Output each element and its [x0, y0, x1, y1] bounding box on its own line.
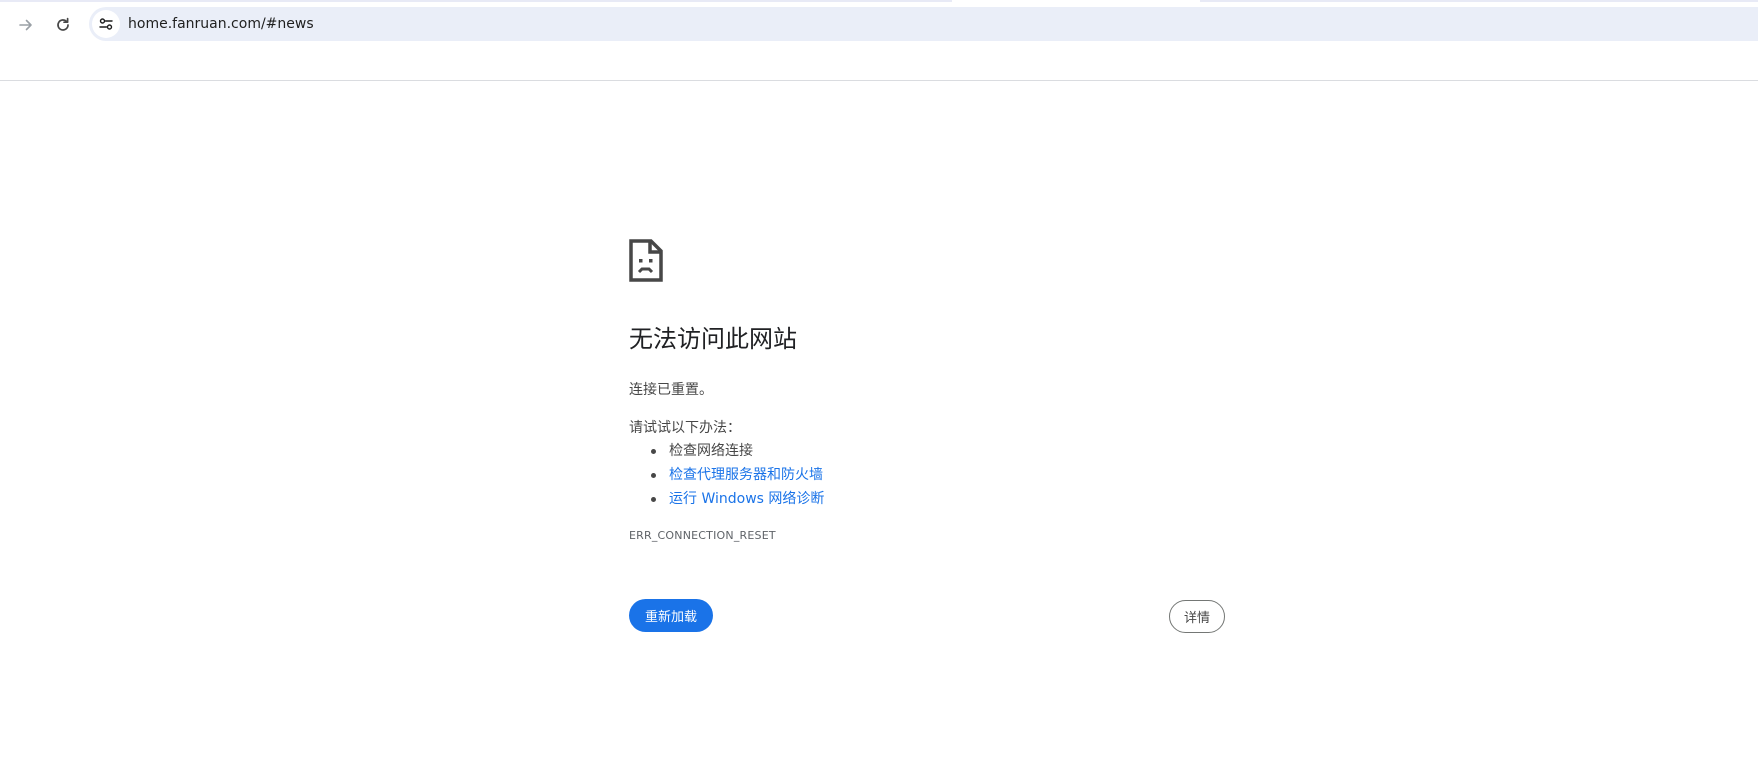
arrow-right-icon — [19, 19, 32, 31]
bullet-icon — [651, 497, 656, 502]
bullet-icon — [651, 473, 656, 478]
reload-nav-button[interactable] — [46, 8, 80, 42]
list-item: 检查网络连接 — [629, 439, 824, 463]
list-item: 检查代理服务器和防火墙 — [629, 463, 824, 487]
details-button[interactable]: 详情 — [1169, 600, 1226, 633]
url-text[interactable]: home.fanruan.com/#news — [128, 16, 314, 32]
page-title: 无法访问此网站 — [629, 325, 797, 353]
reload-button[interactable]: 重新加载 — [629, 599, 714, 632]
suggestions-list: 检查网络连接 检查代理服务器和防火墙 运行 Windows 网络诊断 — [629, 439, 824, 511]
error-description: 连接已重置。 — [629, 382, 713, 398]
suggestion-check-network: 检查网络连接 — [669, 443, 753, 459]
browser-toolbar: home.fanruan.com/#news — [0, 0, 1758, 81]
site-info-button[interactable] — [92, 10, 120, 38]
tune-icon — [99, 18, 113, 30]
suggestions-label: 请试试以下办法： — [629, 420, 741, 436]
bullet-icon — [651, 449, 656, 454]
active-tab-edge — [952, 0, 1200, 2]
error-code: ERR_CONNECTION_RESET — [629, 529, 776, 542]
sad-document-icon — [629, 239, 663, 282]
suggestion-check-proxy-link[interactable]: 检查代理服务器和防火墙 — [669, 467, 823, 483]
tab-strip-edge — [0, 0, 1758, 2]
suggestion-run-diagnostics-link[interactable]: 运行 Windows 网络诊断 — [669, 491, 824, 507]
list-item: 运行 Windows 网络诊断 — [629, 487, 824, 511]
address-bar[interactable]: home.fanruan.com/#news — [89, 7, 1758, 41]
reload-icon — [57, 17, 69, 31]
forward-button[interactable] — [9, 8, 43, 42]
